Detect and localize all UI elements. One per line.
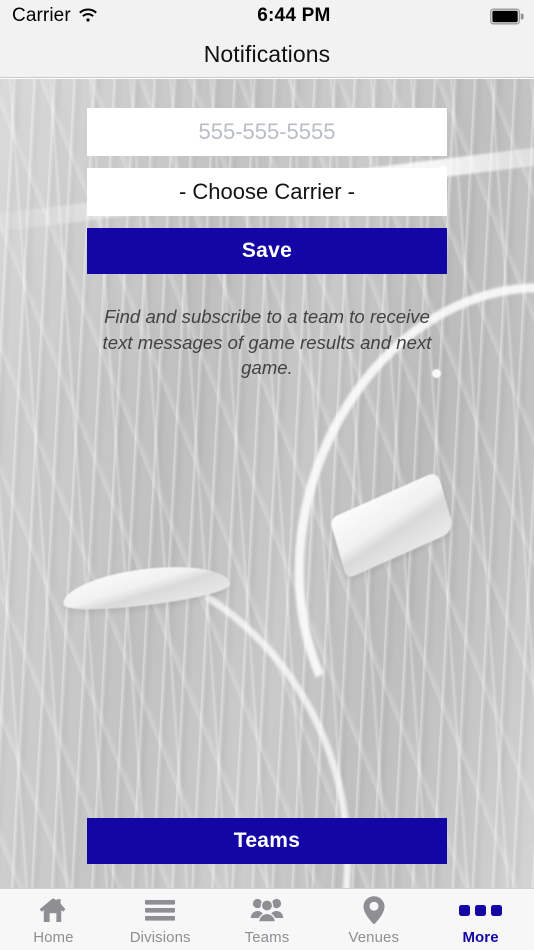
dot	[475, 904, 487, 916]
save-button[interactable]: Save	[87, 228, 447, 274]
page-title: Notifications	[203, 41, 331, 67]
tab-more[interactable]: More	[427, 889, 534, 950]
save-button-label: Save	[241, 239, 293, 262]
teams-button-label: Teams	[233, 829, 301, 852]
wifi-icon	[78, 8, 98, 24]
phone-number-input[interactable]	[87, 108, 447, 156]
tab-teams[interactable]: Teams	[214, 889, 321, 950]
tab-venues-label: Venues	[348, 929, 400, 946]
three-dots-glyph	[459, 904, 503, 916]
home-icon	[38, 894, 68, 926]
people-group-icon	[250, 894, 284, 926]
status-bar-right	[490, 8, 534, 25]
list-lines-icon	[144, 894, 176, 926]
tab-divisions[interactable]: Divisions	[107, 889, 214, 950]
main-content: - Choose Carrier - Save Find and subscri…	[0, 79, 534, 888]
tab-home-label: Home	[33, 929, 74, 946]
map-pin-icon	[361, 894, 387, 926]
status-bar-time: 6:44 PM	[257, 5, 331, 26]
battery-full-icon	[490, 8, 524, 25]
tab-home[interactable]: Home	[0, 889, 107, 950]
status-bar-left: Carrier	[0, 5, 98, 27]
tab-venues[interactable]: Venues	[320, 889, 427, 950]
tab-more-label: More	[462, 929, 499, 946]
teams-button[interactable]: Teams	[87, 818, 447, 864]
tab-bar: Home Divisions Teams Venues More	[0, 888, 534, 950]
dot	[491, 904, 503, 916]
help-text: Find and subscribe to a team to receive …	[102, 306, 432, 379]
app-screen: Carrier 6:44 PM Notifications 555-555-55…	[0, 0, 534, 950]
notifications-form: - Choose Carrier - Save Find and subscri…	[87, 108, 447, 381]
tab-teams-label: Teams	[244, 929, 290, 946]
navigation-bar: Notifications	[0, 32, 534, 78]
status-bar: Carrier 6:44 PM	[0, 0, 534, 32]
three-dots-icon	[459, 894, 503, 926]
carrier-select-value: - Choose Carrier -	[178, 179, 356, 204]
carrier-label: Carrier	[12, 5, 71, 26]
tab-divisions-label: Divisions	[129, 929, 191, 946]
dot	[459, 904, 471, 916]
carrier-select[interactable]: - Choose Carrier -	[87, 168, 447, 216]
